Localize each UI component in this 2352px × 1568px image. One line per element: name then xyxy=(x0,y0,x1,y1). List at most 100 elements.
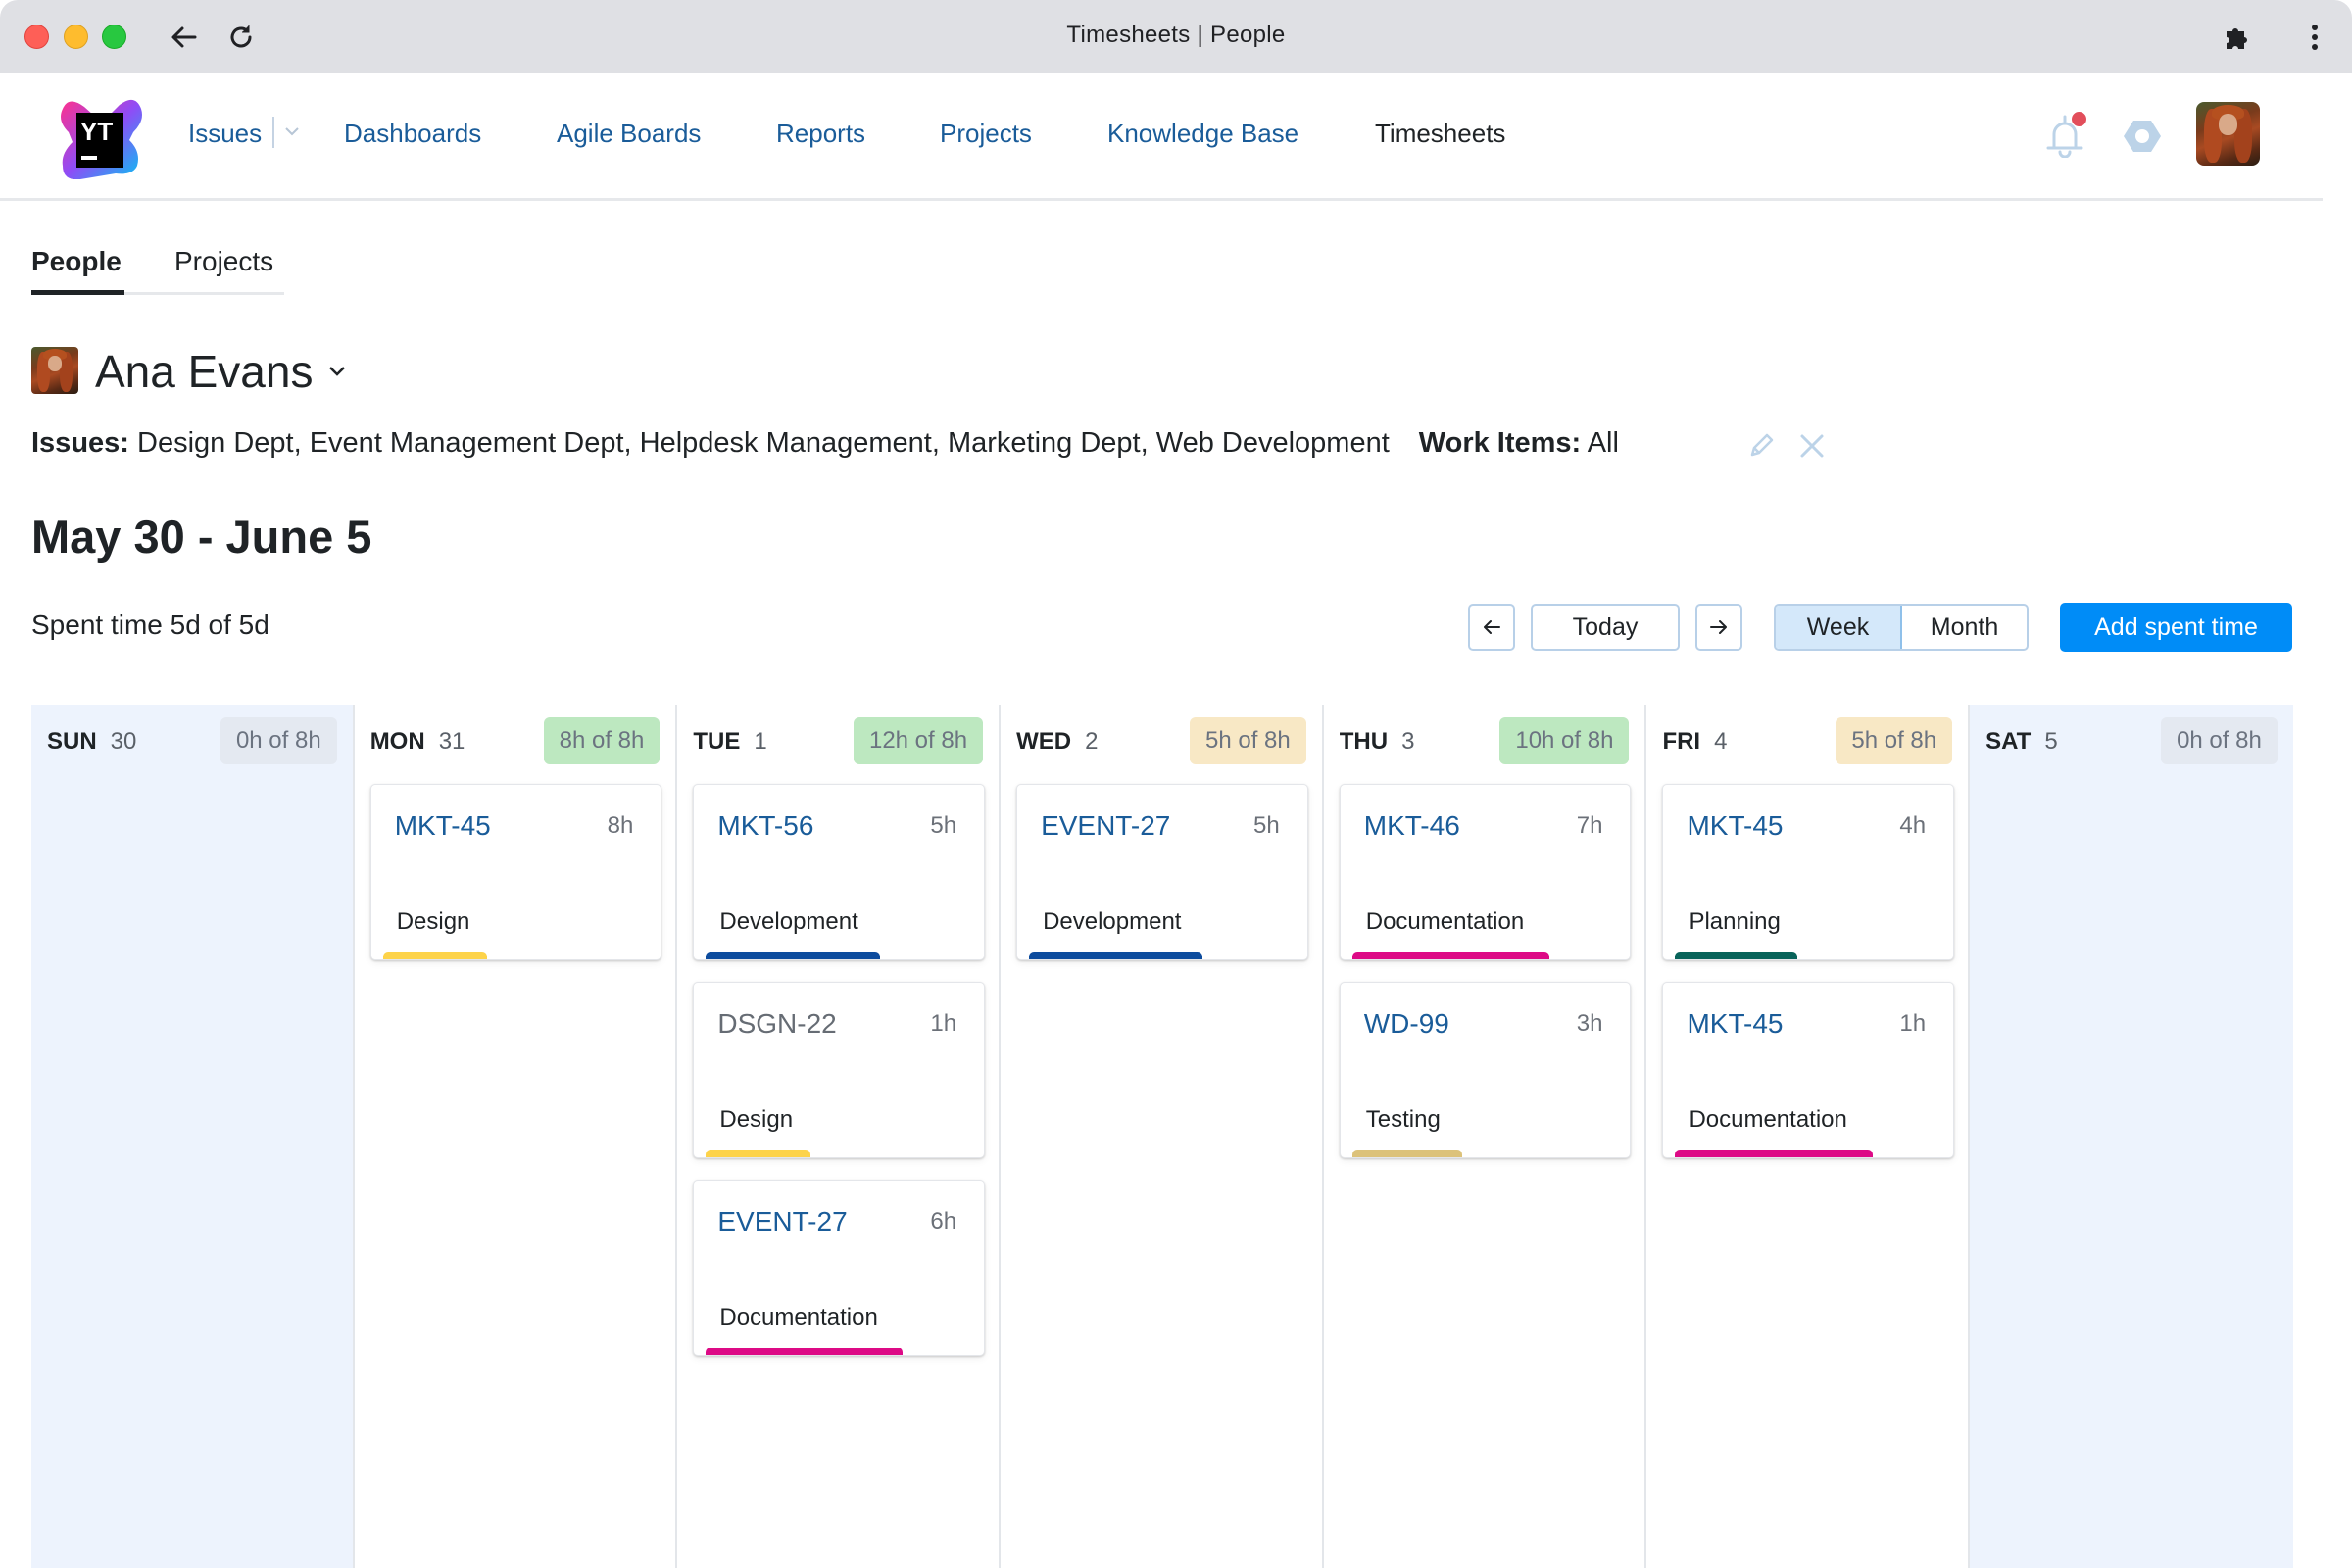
work-type-color-bar xyxy=(706,952,880,959)
gear-icon xyxy=(2124,121,2161,152)
day-column-mon[interactable]: MON 31 8h of 8h MKT-45 8h Design xyxy=(355,705,678,1568)
user-avatar[interactable] xyxy=(2196,102,2260,166)
week-view-button[interactable]: Week xyxy=(1776,606,1902,649)
nav-separator xyxy=(272,117,274,148)
today-button[interactable]: Today xyxy=(1531,604,1680,651)
issues-filter-label: Issues: xyxy=(31,427,129,459)
time-entry-card[interactable]: MKT-45 4h Planning xyxy=(1662,784,1955,960)
issue-id-link[interactable]: MKT-45 xyxy=(1687,1008,1783,1040)
day-total-badge: 10h of 8h xyxy=(1499,717,1630,764)
app-header: YT Issues Dashboards Agile Boards Report… xyxy=(0,74,2323,201)
nav-agile-boards[interactable]: Agile Boards xyxy=(557,119,701,149)
issue-id-link[interactable]: DSGN-22 xyxy=(717,1008,836,1040)
day-number: 31 xyxy=(438,728,466,755)
clear-filter-button[interactable] xyxy=(1799,433,1825,464)
add-spent-time-button[interactable]: Add spent time xyxy=(2060,603,2292,652)
entry-duration: 1h xyxy=(930,1010,957,1037)
day-name: SUN xyxy=(47,728,97,755)
day-total-badge: 5h of 8h xyxy=(1190,717,1306,764)
next-week-button[interactable] xyxy=(1695,604,1742,651)
day-header: TUE 1 xyxy=(693,728,766,756)
day-column-thu[interactable]: THU 3 10h of 8h MKT-46 7h Documentation WD-99 3… xyxy=(1324,705,1647,1568)
day-column-sun[interactable]: SUN 30 0h of 8h xyxy=(31,705,355,1568)
issue-id-link[interactable]: EVENT-27 xyxy=(1041,810,1170,842)
entry-duration: 3h xyxy=(1576,1010,1603,1037)
nav-dashboards[interactable]: Dashboards xyxy=(344,119,481,149)
work-type-color-bar xyxy=(1351,1150,1463,1157)
day-column-sat[interactable]: SAT 5 0h of 8h xyxy=(1970,705,2293,1568)
chevron-down-icon xyxy=(329,367,345,376)
window-title: Timesheets | People xyxy=(1066,22,1286,48)
time-entry-card[interactable]: MKT-56 5h Development xyxy=(693,784,986,960)
issues-dropdown-toggle[interactable] xyxy=(284,124,300,142)
day-header: THU 3 xyxy=(1340,728,1415,756)
time-entry-card[interactable]: EVENT-27 5h Development xyxy=(1016,784,1308,960)
nav-projects[interactable]: Projects xyxy=(940,119,1032,149)
person-name-select[interactable]: Ana Evans xyxy=(95,345,313,398)
work-type-color-bar xyxy=(706,1150,810,1157)
time-entry-card[interactable]: MKT-45 1h Documentation xyxy=(1662,982,1955,1158)
nav-timesheets[interactable]: Timesheets xyxy=(1375,119,1505,149)
day-total-badge: 5h of 8h xyxy=(1836,717,1953,764)
time-entry-card[interactable]: MKT-46 7h Documentation xyxy=(1339,784,1632,960)
nav-reports[interactable]: Reports xyxy=(776,119,865,149)
work-type-label: Documentation xyxy=(1365,908,1525,935)
time-entry-card[interactable]: EVENT-27 6h Documentation xyxy=(693,1180,986,1356)
day-header: SUN 30 xyxy=(47,728,136,756)
issue-id-link[interactable]: EVENT-27 xyxy=(717,1206,847,1238)
period-title: May 30 - June 5 xyxy=(31,511,372,563)
time-entry-card[interactable]: MKT-45 8h Design xyxy=(369,784,662,960)
issue-id-link[interactable]: MKT-45 xyxy=(395,810,491,842)
extensions-button[interactable] xyxy=(2217,18,2256,57)
more-vertical-icon xyxy=(2312,24,2318,50)
day-entries: MKT-46 7h Documentation WD-99 3h Testing xyxy=(1339,784,1632,1180)
day-name: THU xyxy=(1339,728,1389,755)
work-type-label: Documentation xyxy=(719,1304,878,1331)
day-name: WED xyxy=(1016,728,1072,755)
person-dropdown-toggle[interactable] xyxy=(327,365,347,383)
nav-knowledge-base[interactable]: Knowledge Base xyxy=(1107,119,1298,149)
nav-issues[interactable]: Issues xyxy=(188,119,262,149)
work-type-label: Design xyxy=(719,1106,794,1133)
entry-duration: 7h xyxy=(1576,812,1603,839)
day-name: SAT xyxy=(1985,728,2032,755)
issue-id-link[interactable]: MKT-45 xyxy=(1687,810,1783,842)
browser-menu-button[interactable] xyxy=(2295,18,2334,57)
person-avatar xyxy=(31,347,78,394)
issue-id-link[interactable]: MKT-56 xyxy=(717,810,813,842)
work-type-label: Documentation xyxy=(1689,1106,1847,1133)
day-header: SAT 5 xyxy=(1985,728,2058,756)
work-type-color-bar xyxy=(1675,1150,1873,1157)
settings-button[interactable] xyxy=(2121,115,2164,158)
day-entries: MKT-45 8h Design xyxy=(369,784,662,982)
edit-filter-button[interactable] xyxy=(1746,429,1778,466)
work-type-color-bar xyxy=(1351,952,1549,959)
close-icon xyxy=(1800,434,1824,458)
day-column-fri[interactable]: FRI 4 5h of 8h MKT-45 4h Planning MKT-45 1h Docu… xyxy=(1646,705,1971,1568)
day-number: 5 xyxy=(2044,728,2058,755)
day-total-badge: 8h of 8h xyxy=(543,717,661,764)
day-total-badge: 0h of 8h xyxy=(220,717,337,764)
day-number: 30 xyxy=(110,728,137,755)
day-column-wed[interactable]: WED 2 5h of 8h EVENT-27 5h Development xyxy=(1001,705,1324,1568)
issue-id-link[interactable]: MKT-46 xyxy=(1364,810,1460,842)
youtrack-logo[interactable]: YT xyxy=(59,97,145,180)
view-toggle: Week Month xyxy=(1774,604,2029,651)
time-entry-card[interactable]: WD-99 3h Testing xyxy=(1339,982,1632,1158)
day-total-badge: 0h of 8h xyxy=(2161,717,2278,764)
work-type-label: Design xyxy=(396,908,470,935)
day-column-tue[interactable]: TUE 1 12h of 8h MKT-56 5h Development DSGN-22 1… xyxy=(677,705,1002,1568)
timesheet-tabs: People Projects xyxy=(31,240,284,295)
day-number: 2 xyxy=(1085,728,1099,755)
work-type-color-bar xyxy=(1029,952,1203,959)
issue-id-link[interactable]: WD-99 xyxy=(1364,1008,1449,1040)
day-number: 3 xyxy=(1401,728,1415,755)
tab-people[interactable]: People xyxy=(31,246,122,277)
time-entry-card[interactable]: DSGN-22 1h Design xyxy=(693,982,986,1158)
notifications-button[interactable] xyxy=(2042,111,2087,160)
month-view-button[interactable]: Month xyxy=(1902,606,2027,649)
work-items-filter-value: All xyxy=(1587,427,1619,459)
previous-week-button[interactable] xyxy=(1468,604,1515,651)
day-name: TUE xyxy=(693,728,741,755)
tab-projects[interactable]: Projects xyxy=(174,246,273,277)
